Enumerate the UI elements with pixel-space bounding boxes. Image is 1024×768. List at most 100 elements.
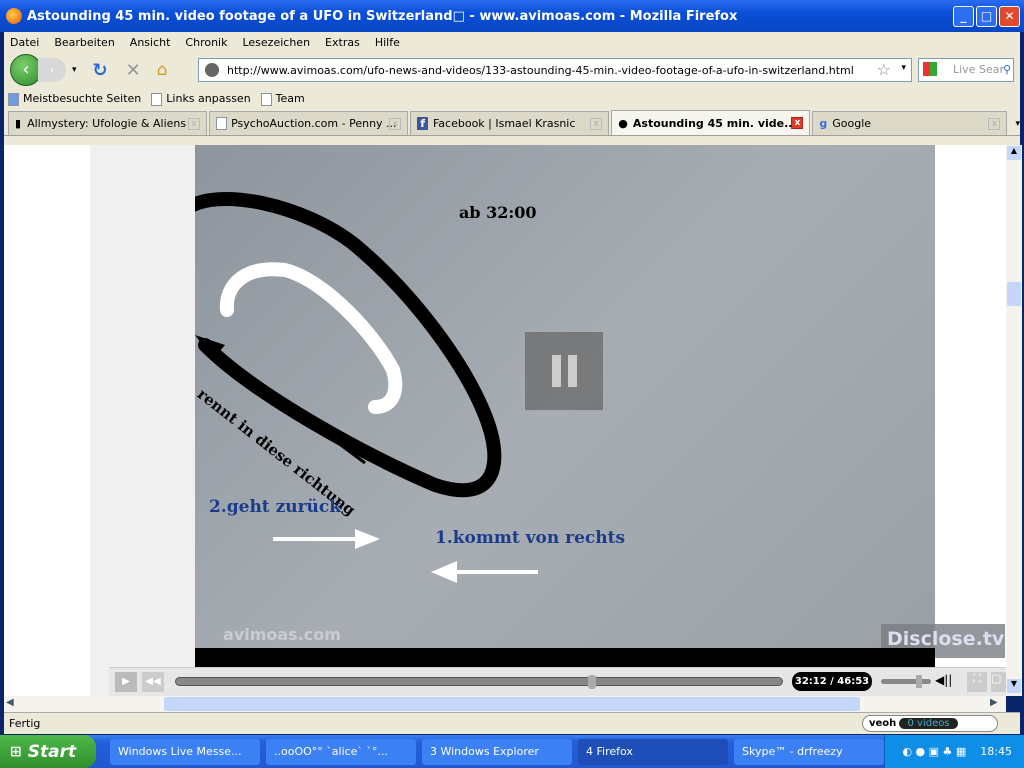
search-box[interactable]: Live Sear ⚲ (918, 58, 1014, 82)
url-dropdown-icon[interactable]: ▾ (901, 63, 906, 73)
close-button[interactable]: ✕ (999, 6, 1020, 27)
annotation-time: ab 32:00 (459, 203, 537, 222)
tab-close-icon[interactable]: x (988, 117, 1001, 130)
task-explorer[interactable]: 3 Windows Explorer (422, 738, 572, 765)
forward-button[interactable]: › (38, 58, 66, 82)
folder-icon (8, 92, 19, 106)
task-alice[interactable]: ..ooOO°° `alice` `°... (266, 738, 416, 765)
search-engine-icon[interactable] (923, 62, 937, 76)
task-label: ..ooOO°° `alice` `°... (274, 745, 388, 758)
start-button[interactable]: ⊞ Start (0, 735, 96, 768)
tab-facebook[interactable]: f Facebook | Ismael Krasnic x (410, 111, 610, 135)
history-dropdown-icon[interactable]: ▾ (72, 65, 77, 75)
window-title: Astounding 45 min. video footage of a UF… (27, 8, 738, 24)
menu-bar: Datei Bearbeiten Ansicht Chronik Lesezei… (4, 32, 1020, 52)
maximize-button[interactable]: □ (976, 6, 997, 27)
vertical-scrollbar[interactable]: ▲ ▼ (1006, 145, 1022, 696)
bookmarks-toolbar: Meistbesuchte Seiten Links anpassen Team (4, 88, 1020, 110)
pause-button[interactable] (525, 332, 603, 410)
tab-list-icon[interactable]: ▾ (1015, 119, 1020, 129)
volume-thumb[interactable] (916, 675, 923, 688)
page-icon (260, 92, 272, 106)
menu-bearbeiten[interactable]: Bearbeiten (54, 36, 114, 49)
tab-google[interactable]: g Google x (812, 111, 1008, 135)
browser-chrome: Datei Bearbeiten Ansicht Chronik Lesezei… (4, 32, 1020, 145)
task-firefox[interactable]: 4 Firefox (578, 738, 728, 765)
tab-label: PsychoAuction.com - Penny ... (231, 117, 397, 130)
video-player[interactable]: ab 32:00 rennt in diese richtung 2.geht … (194, 145, 1005, 658)
horizontal-scrollbar[interactable]: ◀ ▶ (4, 696, 1006, 712)
menu-extras[interactable]: Extras (325, 36, 360, 49)
watermark-avimoas: avimoas.com (223, 625, 341, 644)
fullscreen-button[interactable]: ⛶ (967, 672, 987, 692)
tab-psychoauction[interactable]: PsychoAuction.com - Penny ... x (209, 111, 409, 135)
annotation-back: 2.geht zurück (209, 497, 342, 517)
seek-bar[interactable] (175, 675, 783, 689)
scroll-right-button[interactable]: ▶ (990, 697, 998, 708)
taskbar: ⊞ Start Windows Live Messe... ..ooOO°° `a… (0, 735, 1024, 768)
annotation-right: 1.kommt von rechts (435, 528, 626, 548)
search-icon[interactable]: ⚲ (1003, 59, 1011, 81)
bookmark-links-anpassen[interactable]: Links anpassen (151, 92, 251, 106)
minimize-button[interactable]: _ (953, 6, 974, 27)
task-skype[interactable]: Skype™ - drfreezy (734, 738, 884, 765)
menu-lesezeichen[interactable]: Lesezeichen (242, 36, 310, 49)
menu-datei[interactable]: Datei (10, 36, 39, 49)
home-icon[interactable]: ⌂ (157, 60, 168, 80)
tab-allmystery[interactable]: ▮ Allmystery: Ufologie & Aliens x (8, 111, 208, 135)
tab-label: Google (832, 117, 872, 130)
bookmark-label: Team (275, 92, 305, 106)
page-icon (151, 92, 163, 106)
tab-close-icon[interactable]: x (389, 117, 402, 130)
pause-bar (551, 355, 561, 387)
start-label: Start (27, 741, 77, 762)
scroll-down-button[interactable]: ▼ (1007, 679, 1021, 693)
tab-label: Astounding 45 min. vide... (632, 116, 797, 130)
menu-ansicht[interactable]: Ansicht (130, 36, 171, 49)
tab-close-icon[interactable]: x (188, 117, 201, 130)
volume-icon[interactable]: ◀|| (935, 673, 952, 687)
scroll-left-button[interactable]: ◀ (6, 697, 14, 708)
arrow-left-head (431, 561, 457, 583)
arrow-right-head (355, 529, 380, 549)
bookmark-team[interactable]: Team (260, 92, 305, 106)
tab-label: Allmystery: Ufologie & Aliens (27, 117, 187, 130)
task-messenger[interactable]: Windows Live Messe... (110, 738, 260, 765)
volume-slider[interactable] (881, 675, 931, 688)
task-label: Skype™ - drfreezy (742, 745, 843, 758)
play-button[interactable]: ▶ (115, 672, 137, 692)
page-sidebar-column (90, 145, 195, 696)
bookmark-label: Meistbesuchte Seiten (23, 92, 142, 106)
system-tray: ◐ ● ▣ ♣ ▦ 18:45 (884, 735, 1024, 768)
horizontal-scroll-thumb[interactable] (164, 697, 860, 711)
vertical-scroll-thumb[interactable] (1007, 282, 1021, 306)
rewind-button[interactable]: ◀◀ (142, 672, 164, 692)
menu-chronik[interactable]: Chronik (185, 36, 227, 49)
reload-icon[interactable]: ↻ (93, 60, 108, 81)
tab-close-icon[interactable]: x (590, 117, 603, 130)
tray-icons[interactable]: ◐ ● ▣ ♣ ▦ (902, 745, 966, 758)
popout-button[interactable]: ▢ (991, 672, 1006, 692)
navigation-toolbar: ‹ › ▾ ↻ ✕ ⌂ http://www.avimoas.com/ufo-n… (4, 52, 1020, 88)
seek-thumb[interactable] (588, 675, 597, 689)
task-label: Windows Live Messe... (118, 745, 242, 758)
status-bar: Fertig veoh 0 videos (4, 712, 1020, 734)
scroll-up-button[interactable]: ▲ (1007, 146, 1021, 160)
window-titlebar: Astounding 45 min. video footage of a UF… (0, 0, 1024, 32)
url-bar[interactable]: http://www.avimoas.com/ufo-news-and-vide… (198, 58, 912, 82)
google-icon: g (819, 117, 828, 130)
time-display: 32:12 / 46:53 (792, 672, 872, 691)
video-controls: ▶ ◀◀ 32:12 / 46:53 ◀|| ⛶ ▢ (109, 667, 1006, 696)
stop-icon[interactable]: ✕ (126, 60, 141, 81)
veoh-logo: veoh (869, 718, 897, 729)
tab-close-icon[interactable]: x (791, 117, 804, 129)
tab-bar: ▮ Allmystery: Ufologie & Aliens x PsychoAu… (4, 110, 1020, 136)
pause-bar (567, 355, 577, 387)
bookmark-meistbesuchte[interactable]: Meistbesuchte Seiten (8, 92, 141, 106)
menu-hilfe[interactable]: Hilfe (375, 36, 400, 49)
veoh-widget[interactable]: veoh 0 videos (862, 715, 998, 732)
bookmark-star-icon[interactable]: ☆ (877, 60, 891, 79)
tab-astounding[interactable]: ● Astounding 45 min. vide... x (611, 110, 811, 135)
veoh-videos-count: 0 videos (899, 718, 958, 729)
task-label: 4 Firefox (586, 745, 633, 758)
